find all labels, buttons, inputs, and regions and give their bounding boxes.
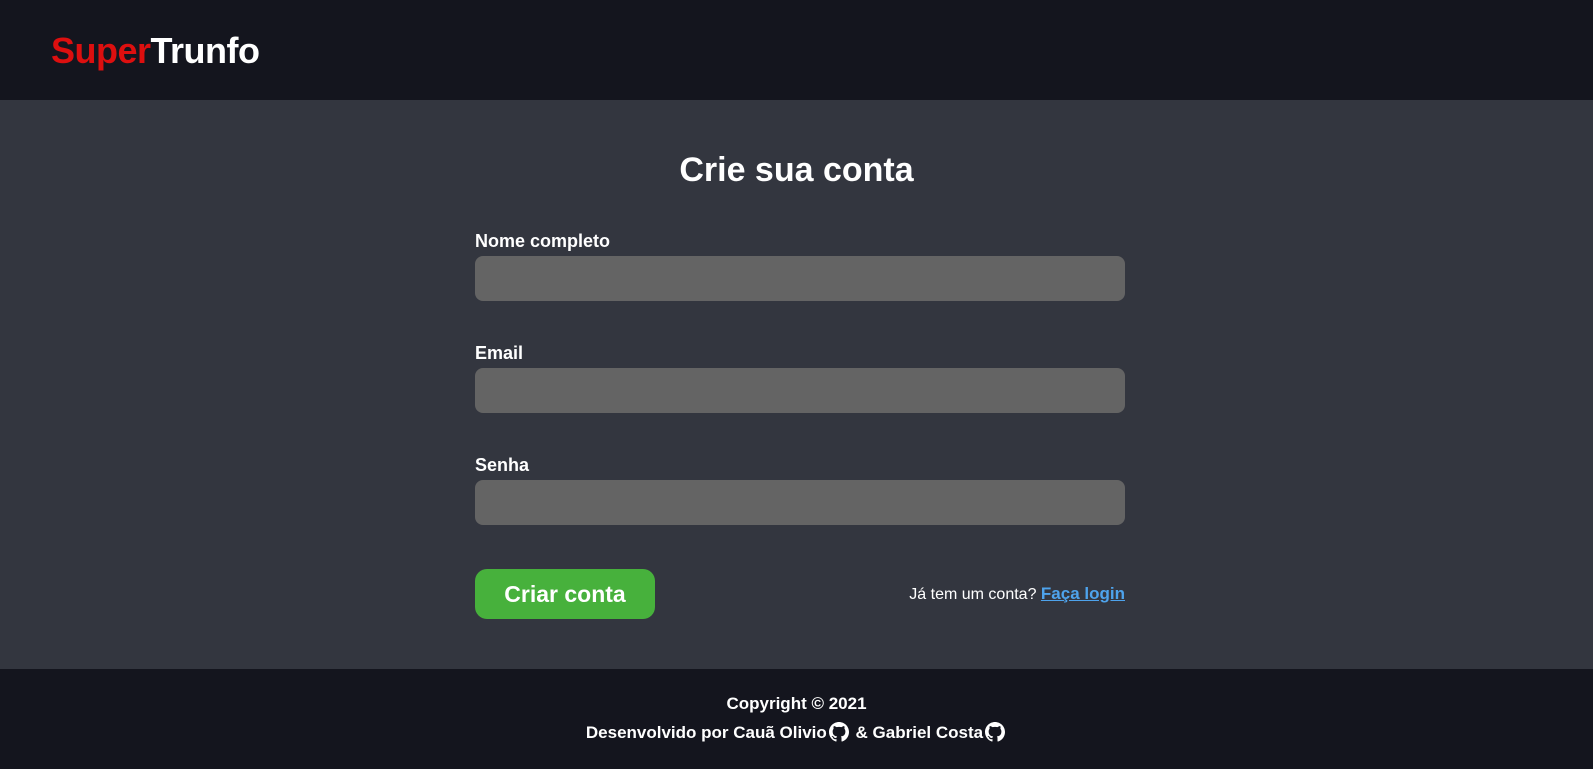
logo[interactable]: SuperTrunfo — [51, 31, 260, 71]
footer: Copyright © 2021 Desenvolvido por Cauã O… — [0, 669, 1593, 769]
password-label: Senha — [475, 455, 530, 475]
credits-prefix: Desenvolvido por — [585, 723, 729, 742]
author-name-2: Gabriel Costa — [872, 723, 984, 742]
author-name-1: Cauã Olivio — [733, 723, 827, 742]
login-prompt-text: Já tem um conta? — [909, 586, 1037, 603]
email-input[interactable] — [475, 368, 1125, 413]
full-name-input[interactable] — [475, 256, 1125, 301]
copyright-text: Copyright © 2021 — [726, 694, 867, 713]
page-title: Crie sua conta — [679, 151, 914, 189]
logo-super: Super — [51, 30, 151, 71]
full-name-label: Nome completo — [475, 231, 611, 251]
signup-section: Crie sua conta Nome completo Email Senha… — [0, 100, 1593, 669]
credits-line: Desenvolvido por Cauã Olivio & Gabriel C… — [0, 722, 1593, 744]
password-input[interactable] — [475, 480, 1125, 525]
github-icon[interactable] — [828, 722, 849, 742]
create-account-button[interactable]: Criar conta — [475, 569, 655, 619]
logo-trunfo: Trunfo — [150, 30, 260, 71]
credits-separator: & — [855, 723, 868, 742]
login-link[interactable]: Faça login — [1041, 584, 1125, 603]
login-hint: Já tem um conta? Faça login — [909, 583, 1125, 606]
top-navbar: SuperTrunfo — [0, 0, 1593, 100]
page: SuperTrunfo Crie sua conta Nome completo… — [0, 0, 1593, 769]
github-icon[interactable] — [985, 722, 1006, 742]
email-label: Email — [475, 343, 524, 363]
